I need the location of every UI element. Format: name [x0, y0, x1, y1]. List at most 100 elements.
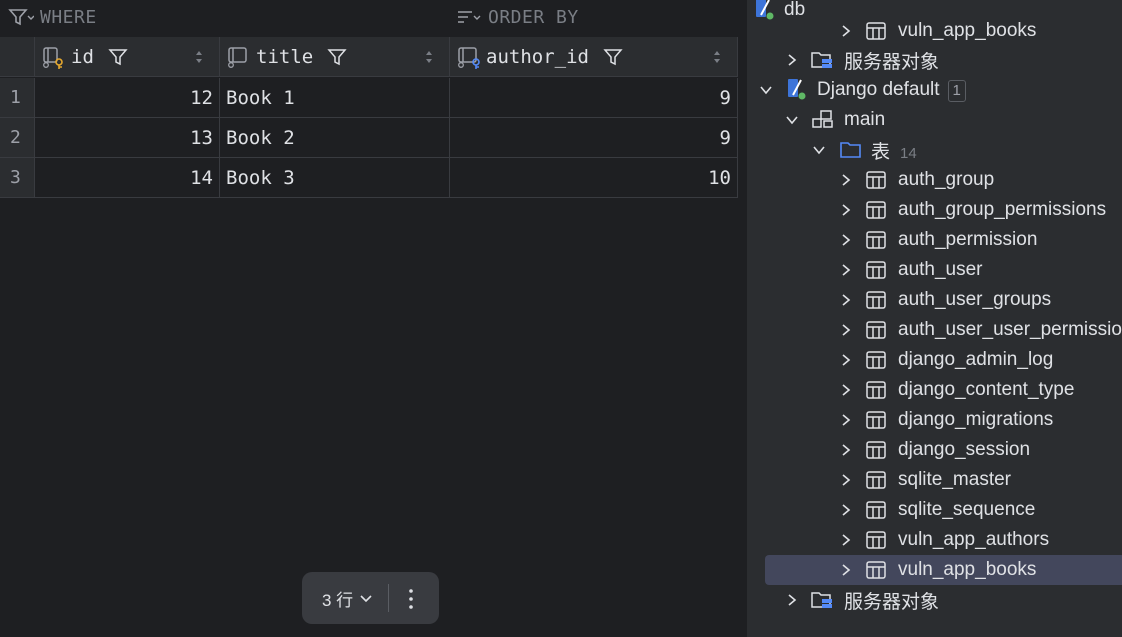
tree-node-table[interactable]: sqlite_master	[747, 465, 1122, 495]
tree-node-server-objects[interactable]: 服务器对象	[747, 45, 1122, 75]
chevron-right-icon[interactable]	[839, 383, 853, 397]
database-explorer: db vuln_app_books 服务器对象 Django default1	[747, 0, 1122, 637]
column-filter-icon[interactable]	[327, 47, 347, 67]
table-icon	[866, 381, 886, 399]
result-status-pill: 3 行	[302, 572, 439, 624]
chevron-right-icon[interactable]	[839, 263, 853, 277]
tree-label: sqlite_sequence	[898, 499, 1036, 520]
chevron-down-icon[interactable]	[785, 113, 799, 127]
tree-node-datasource[interactable]: Django default 1	[747, 75, 1122, 105]
divider	[388, 584, 389, 612]
chevron-down-icon[interactable]	[812, 143, 826, 157]
schema-icon	[812, 110, 833, 128]
tree-node-table[interactable]: django_admin_log	[747, 345, 1122, 375]
tree-node-tables-folder[interactable]: 表 14	[747, 135, 1122, 165]
chevron-right-icon[interactable]	[785, 53, 799, 67]
column-name-author-id: author_id	[486, 46, 589, 68]
row-count-label: 3 行	[322, 590, 354, 610]
tree-node-table[interactable]: django_migrations	[747, 405, 1122, 435]
cell-id[interactable]: 13	[35, 118, 220, 158]
session-badge: 1	[947, 79, 966, 102]
row-number[interactable]: 2	[0, 118, 35, 158]
primary-key-column-icon	[43, 47, 63, 69]
tree-node-table[interactable]: vuln_app_authors	[747, 525, 1122, 555]
cell-author-id[interactable]: 10	[450, 158, 738, 198]
table-row[interactable]: 1 12 Book 1 9	[0, 78, 738, 118]
chevron-right-icon[interactable]	[839, 473, 853, 487]
cell-author-id[interactable]: 9	[450, 78, 738, 118]
table-icon	[866, 291, 886, 309]
tree-node-schema[interactable]: main	[747, 105, 1122, 135]
tree-label: django_session	[898, 439, 1031, 460]
chevron-right-icon[interactable]	[839, 24, 853, 38]
tree-node-table[interactable]: auth_group	[747, 165, 1122, 195]
chevron-right-icon[interactable]	[839, 203, 853, 217]
tree-node-table[interactable]: auth_user_groups	[747, 285, 1122, 315]
tree-label: django_admin_log	[898, 349, 1054, 370]
order-by-label: ORDER BY	[488, 6, 579, 28]
tree-node-table[interactable]: sqlite_sequence	[747, 495, 1122, 525]
cell-title[interactable]: Book 1	[220, 78, 450, 118]
server-objects-folder-icon	[811, 592, 832, 608]
tree-node-server-objects[interactable]: 服务器对象	[747, 585, 1122, 615]
tree-label: vuln_app_books	[898, 20, 1037, 41]
column-filter-icon[interactable]	[603, 47, 623, 67]
cell-title[interactable]: Book 2	[220, 118, 450, 158]
datasource-label-group: Django default 1	[817, 79, 966, 102]
chevron-right-icon[interactable]	[839, 353, 853, 367]
tree-node-table[interactable]: auth_user_user_permissions	[747, 315, 1122, 345]
chevron-right-icon[interactable]	[839, 413, 853, 427]
chevron-right-icon[interactable]	[785, 593, 799, 607]
filter-bar: WHERE ORDER BY	[0, 0, 747, 36]
where-filter[interactable]: WHERE	[8, 0, 97, 34]
chevron-down-icon[interactable]	[759, 83, 773, 97]
chevron-right-icon[interactable]	[839, 443, 853, 457]
more-options-icon[interactable]	[404, 588, 418, 610]
column-icon	[228, 47, 247, 68]
column-header-title[interactable]: title	[220, 37, 450, 77]
chevron-right-icon[interactable]	[839, 563, 853, 577]
sort-toggle-icon[interactable]	[425, 49, 433, 65]
tree-node-table[interactable]: auth_user	[747, 255, 1122, 285]
tree-label: django_migrations	[898, 409, 1054, 430]
tree-label: sqlite_master	[898, 469, 1011, 490]
table-icon	[866, 22, 886, 40]
chevron-right-icon[interactable]	[839, 533, 853, 547]
table-icon	[866, 501, 886, 519]
cell-author-id[interactable]: 9	[450, 118, 738, 158]
sort-toggle-icon[interactable]	[713, 49, 721, 65]
table-icon	[866, 231, 886, 249]
column-filter-icon[interactable]	[108, 47, 128, 67]
server-objects-folder-icon	[811, 52, 832, 68]
tree-node-table[interactable]: vuln_app_books	[747, 16, 1122, 46]
table-count: 14	[900, 144, 917, 162]
tree-label: 服务器对象	[844, 51, 940, 73]
tree-label: 服务器对象	[844, 591, 940, 613]
chevron-right-icon[interactable]	[839, 503, 853, 517]
sort-toggle-icon[interactable]	[195, 49, 203, 65]
cell-title[interactable]: Book 3	[220, 158, 450, 198]
column-header-author-id[interactable]: author_id	[450, 37, 738, 77]
tree-node-table[interactable]: django_session	[747, 435, 1122, 465]
table-row[interactable]: 3 14 Book 3 10	[0, 158, 738, 198]
chevron-right-icon[interactable]	[839, 233, 853, 247]
cell-id[interactable]: 14	[35, 158, 220, 198]
table-icon	[866, 171, 886, 189]
chevron-right-icon[interactable]	[839, 293, 853, 307]
tree-node-table[interactable]: django_content_type	[747, 375, 1122, 405]
folder-icon	[840, 142, 861, 158]
row-number[interactable]: 3	[0, 158, 35, 198]
order-by-filter[interactable]: ORDER BY	[456, 0, 579, 34]
tree-node-table[interactable]: auth_group_permissions	[747, 195, 1122, 225]
table-icon	[866, 411, 886, 429]
chevron-right-icon[interactable]	[839, 173, 853, 187]
tree-node-table[interactable]: vuln_app_books	[747, 555, 1122, 585]
chevron-right-icon[interactable]	[839, 323, 853, 337]
cell-id[interactable]: 12	[35, 78, 220, 118]
column-header-id[interactable]: id	[35, 37, 220, 77]
table-row[interactable]: 2 13 Book 2 9	[0, 118, 738, 158]
row-number[interactable]: 1	[0, 78, 35, 118]
row-count-dropdown[interactable]: 3 行	[322, 586, 373, 611]
tree-node-table[interactable]: auth_permission	[747, 225, 1122, 255]
filter-icon	[8, 9, 34, 26]
